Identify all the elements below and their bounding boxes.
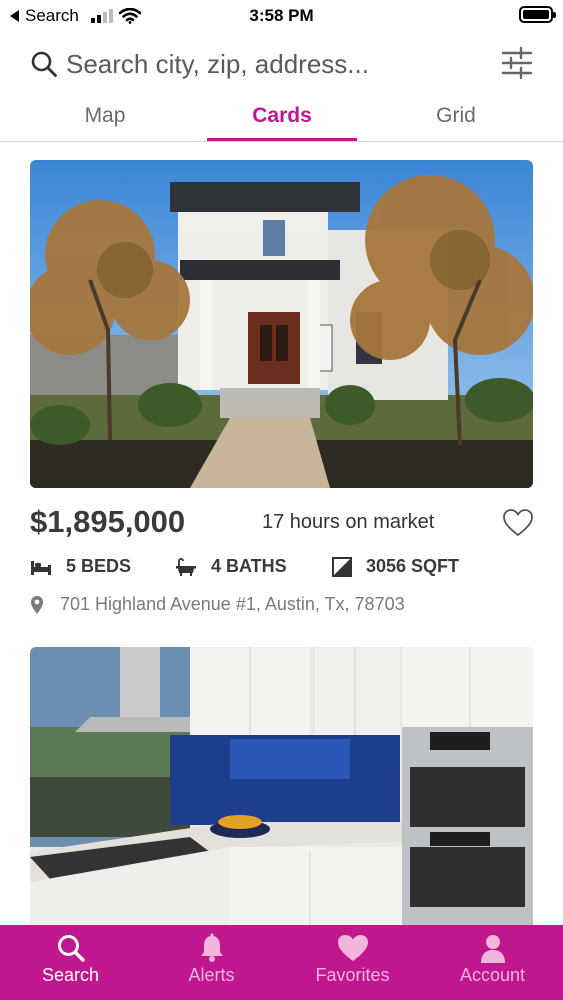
nav-search-label: Search [41,965,100,985]
nav-search[interactable]: Search [0,925,141,1000]
area-square-icon [332,556,352,577]
tab-grid[interactable]: Grid [381,96,531,141]
search-bar [0,34,563,96]
nav-account[interactable]: Account [422,925,563,1000]
filter-sliders-icon[interactable] [501,46,533,80]
nav-alerts[interactable]: Alerts [141,925,282,1000]
search-icon [57,935,85,962]
bathtub-icon [176,557,196,576]
view-tabs: Map Cards Grid [0,96,563,142]
baths-count: 4 BATHS [211,556,287,576]
listing-features: 5 BEDS 4 BATHS 3056 SQFT [30,556,533,584]
beds-count: 5 BEDS [66,556,132,576]
status-bar: Search 3:58 PM [0,0,563,32]
status-time: 3:58 PM [249,6,314,25]
address-text: 701 Highland Avenue #1, Austin, Tx, 7870… [60,594,405,614]
search-icon [31,51,57,77]
battery-icon [519,6,556,23]
heart-icon [337,935,368,961]
nav-favorites-label: Favorites [315,965,390,985]
listing-photo[interactable] [30,647,533,925]
bed-icon [31,560,51,575]
kitchen-photo [30,647,533,925]
bottom-nav: Search Alerts Favorites Account [0,925,563,1000]
bell-icon [200,933,223,962]
nav-account-label: Account [459,965,526,985]
baths-feature: 4 BATHS [175,556,287,577]
favorite-heart-icon[interactable] [502,508,534,538]
sqft-value: 3056 SQFT [366,556,460,576]
nav-favorites[interactable]: Favorites [282,925,423,1000]
listing-photo[interactable] [30,160,533,488]
search-input[interactable] [66,46,476,82]
listing-price: $1,895,000 [30,504,186,539]
tab-cards[interactable]: Cards [207,96,357,141]
beds-feature: 5 BEDS [30,556,131,577]
listing-market-time: 17 hours on market [262,511,435,533]
location-pin-icon [31,595,43,614]
tab-map[interactable]: Map [30,96,180,141]
person-icon [480,935,505,963]
house-photo [30,160,533,488]
sqft-feature: 3056 SQFT [332,556,459,577]
nav-alerts-label: Alerts [188,965,235,985]
listing-address: 701 Highland Avenue #1, Austin, Tx, 7870… [30,594,405,615]
